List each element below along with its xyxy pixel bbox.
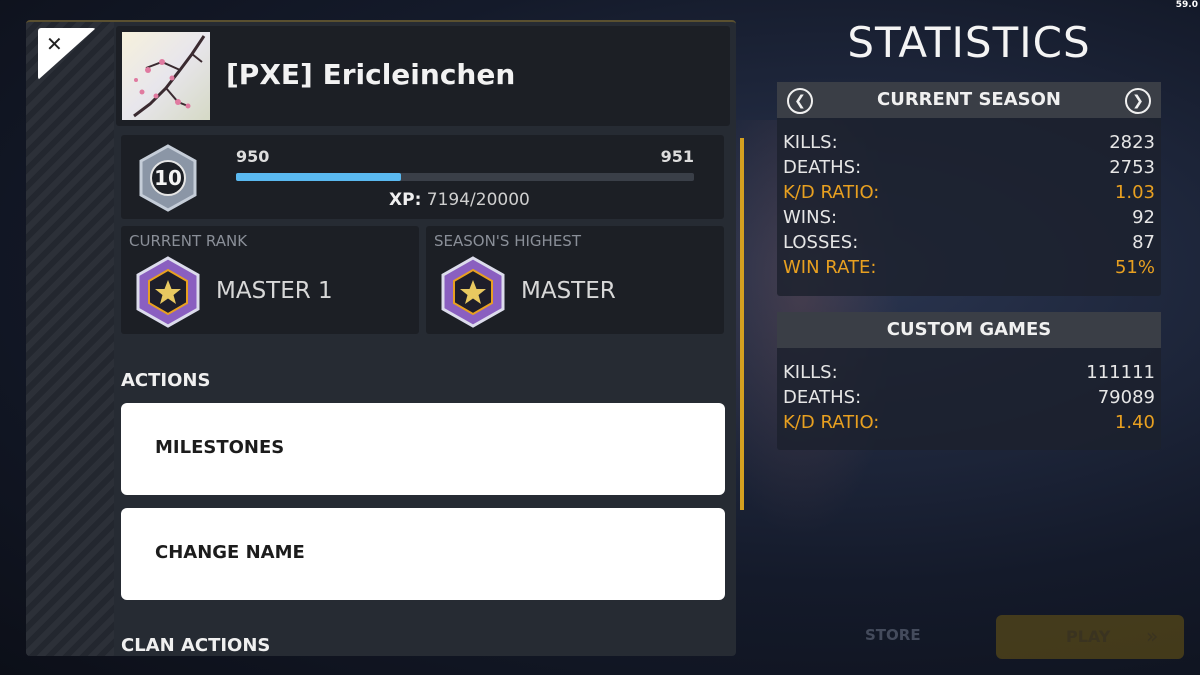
close-icon: ✕: [46, 32, 63, 56]
xp-value: 7194/20000: [426, 190, 530, 210]
xp-label: XP:: [389, 190, 422, 210]
stat-label: K/D RATIO:: [783, 412, 880, 433]
rank-name: MASTER: [521, 278, 616, 304]
stat-value: 51%: [1114, 257, 1155, 278]
xp-text: XP: 7194/20000: [389, 190, 530, 210]
stat-value: 111111: [1086, 362, 1155, 383]
stat-row: DEATHS: 2753: [783, 157, 1155, 182]
next-level: 951: [660, 147, 694, 166]
clan-actions-clip: CLAN ACTIONS: [26, 630, 736, 656]
stat-value: 2823: [1109, 132, 1155, 153]
rank-title: CURRENT RANK: [129, 232, 248, 250]
level-card: 10 950 951 XP: 7194/20000: [121, 135, 724, 219]
stat-label: LOSSES:: [783, 232, 859, 253]
current-season-label: CURRENT SEASON: [877, 89, 1061, 110]
stat-label: DEATHS:: [783, 157, 862, 178]
change-name-button[interactable]: CHANGE NAME: [121, 508, 725, 600]
stat-label: KILLS:: [783, 362, 838, 383]
stat-label: K/D RATIO:: [783, 182, 880, 203]
store-button[interactable]: STORE: [865, 626, 921, 644]
next-season-button[interactable]: ❯: [1125, 88, 1151, 114]
level-badge: 10: [133, 143, 203, 213]
current-level: 950: [236, 147, 270, 166]
stat-row: KILLS: 111111: [783, 362, 1155, 387]
stat-row: K/D RATIO: 1.40: [783, 412, 1155, 437]
master-rank-icon: [440, 256, 506, 328]
custom-games-header: CUSTOM GAMES: [777, 312, 1161, 348]
profile-header: [PXE] Ericleinchen: [116, 26, 730, 126]
milestones-label: MILESTONES: [155, 437, 285, 458]
statistics-title: STATISTICS: [847, 18, 1091, 67]
stat-row: K/D RATIO: 1.03: [783, 182, 1155, 207]
stat-row: LOSSES: 87: [783, 232, 1155, 257]
change-name-label: CHANGE NAME: [155, 542, 305, 563]
current-rank-card: CURRENT RANK MASTER 1: [121, 226, 419, 334]
stat-label: WIN RATE:: [783, 257, 877, 278]
panel-stripes: [26, 22, 114, 656]
current-season-box: CURRENT SEASON ❮ ❯ KILLS: 2823 DEATHS: 2753…: [777, 82, 1161, 296]
xp-progress-track: [236, 173, 694, 181]
milestones-button[interactable]: MILESTONES: [121, 403, 725, 495]
double-chevron-icon: »: [1146, 624, 1159, 648]
stat-value: 1.40: [1114, 412, 1155, 433]
current-season-header: CURRENT SEASON: [777, 82, 1161, 118]
season-highest-card: SEASON'S HIGHEST MASTER: [426, 226, 724, 334]
play-label: PLAY: [1066, 627, 1111, 646]
stat-row: DEATHS: 79089: [783, 387, 1155, 412]
stat-row: WINS: 92: [783, 207, 1155, 232]
fps-counter: 59.0: [1175, 0, 1198, 10]
clan-actions-title: CLAN ACTIONS: [121, 635, 271, 656]
stat-label: KILLS:: [783, 132, 838, 153]
prev-season-button[interactable]: ❮: [787, 88, 813, 114]
master-rank-icon: [135, 256, 201, 328]
stat-value: 92: [1132, 207, 1155, 228]
level-number: 10: [154, 166, 182, 190]
stat-value: 2753: [1109, 157, 1155, 178]
stat-value: 79089: [1097, 387, 1155, 408]
stat-value: 87: [1132, 232, 1155, 253]
stat-label: DEATHS:: [783, 387, 862, 408]
xp-progress-fill: [236, 173, 401, 181]
stat-row: KILLS: 2823: [783, 132, 1155, 157]
player-name: [PXE] Ericleinchen: [226, 58, 516, 91]
rank-title: SEASON'S HIGHEST: [434, 232, 581, 250]
stat-value: 1.03: [1114, 182, 1155, 203]
actions-title: ACTIONS: [121, 370, 211, 391]
custom-games-box: CUSTOM GAMES KILLS: 111111 DEATHS: 79089 K/D…: [777, 312, 1161, 450]
scrollbar[interactable]: [740, 138, 744, 510]
custom-games-label: CUSTOM GAMES: [886, 319, 1052, 340]
stat-row: WIN RATE: 51%: [783, 257, 1155, 282]
rank-name: MASTER 1: [216, 278, 333, 304]
stat-label: WINS:: [783, 207, 838, 228]
avatar[interactable]: [122, 32, 210, 120]
